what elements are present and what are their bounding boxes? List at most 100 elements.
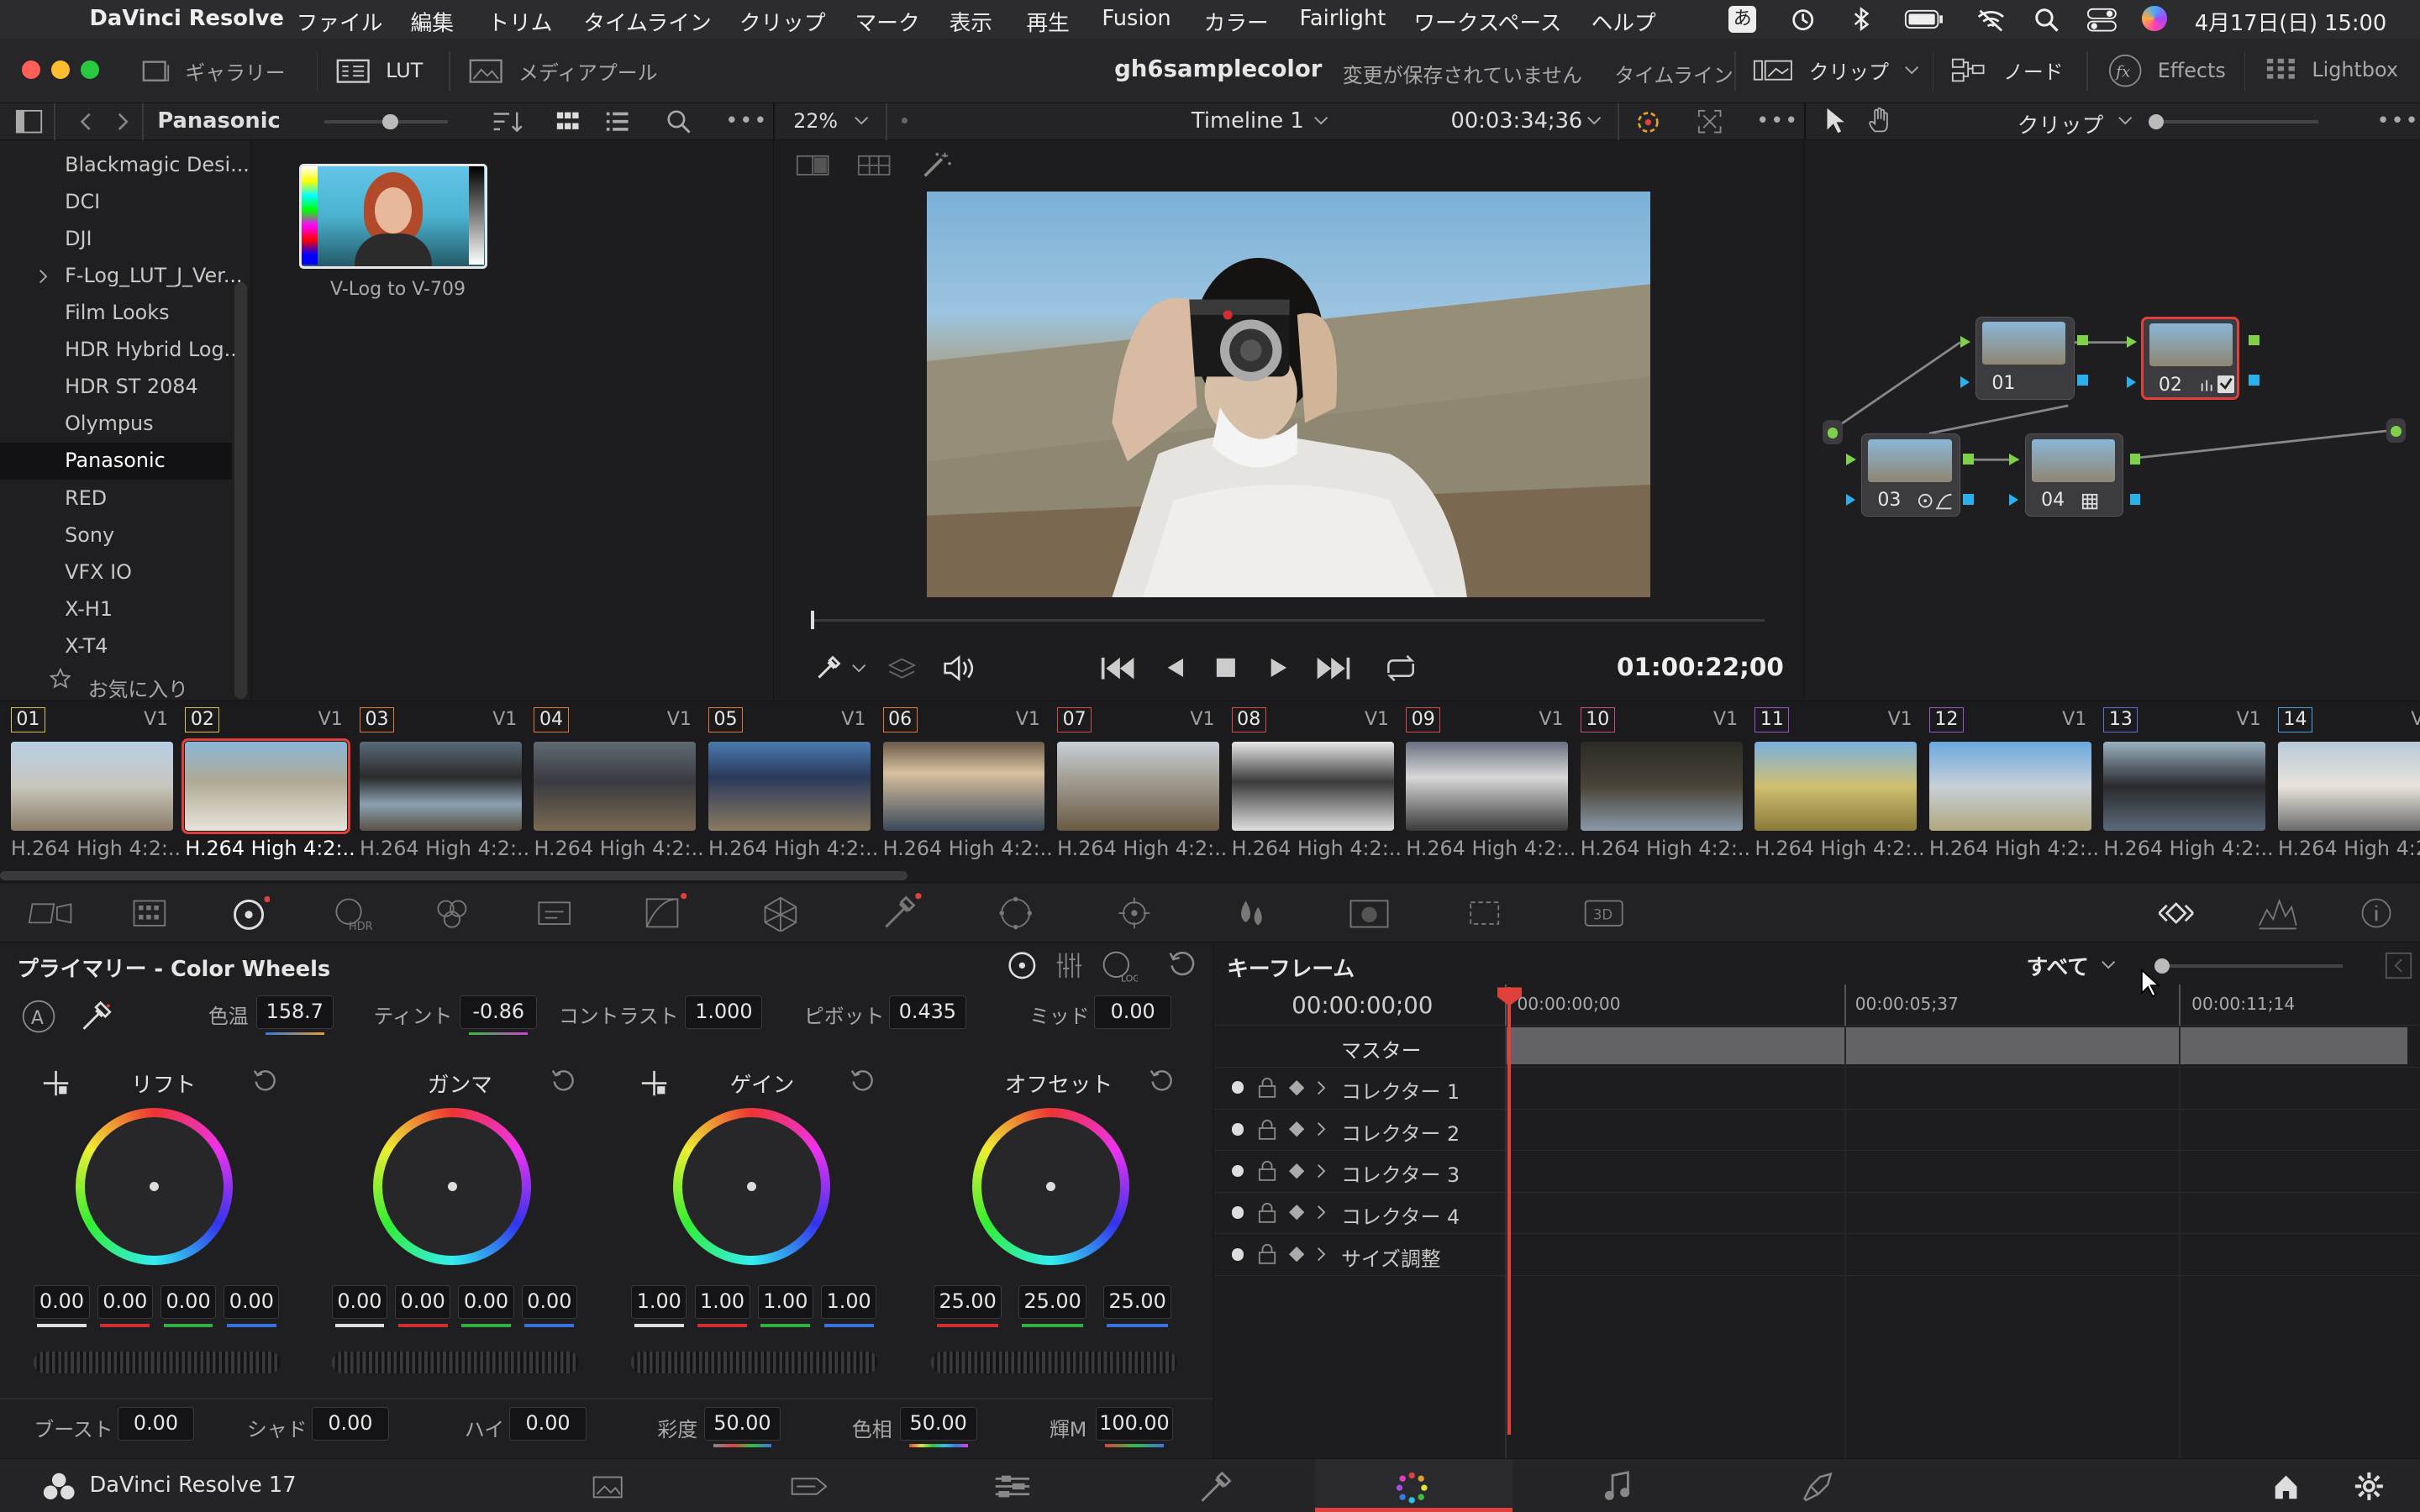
node-rgb-output[interactable] xyxy=(2249,334,2260,346)
lift-master-wheel[interactable] xyxy=(34,1351,281,1373)
menu-file[interactable]: ファイル xyxy=(297,6,383,37)
node-key-input[interactable] xyxy=(2126,376,2136,389)
keyframes-panel-icon[interactable] xyxy=(2154,895,2197,932)
offset-reset-icon[interactable] xyxy=(1150,1068,1174,1092)
node-key-input[interactable] xyxy=(1960,376,1970,389)
minimize-window-button[interactable] xyxy=(50,60,70,79)
lut-folder-item[interactable]: HDR ST 2084 xyxy=(65,375,198,398)
scrubber-bar[interactable] xyxy=(811,611,1765,630)
scrubber-playhead[interactable] xyxy=(811,611,814,630)
viewer-image[interactable] xyxy=(927,191,1651,597)
eyedropper-icon[interactable] xyxy=(814,654,842,682)
node-enable-checkbox[interactable] xyxy=(2217,375,2234,393)
pivot-field[interactable]: 0.435 xyxy=(888,995,966,1030)
gamma-value-field[interactable]: 0.00 xyxy=(395,1284,451,1320)
reset-all-icon[interactable] xyxy=(1167,950,1195,978)
color-wheels-icon[interactable] xyxy=(230,895,271,932)
clip-thumbnail[interactable]: 08 V1 H.264 High 4:2:... xyxy=(1221,701,1402,884)
lut-folder-item[interactable]: VFX IO xyxy=(65,560,132,584)
gamma-value-field[interactable]: 0.00 xyxy=(521,1284,577,1320)
fairlight-page-icon[interactable] xyxy=(1603,1471,1631,1502)
clip-thumbnail[interactable]: 13 V1 H.264 High 4:2:... xyxy=(2093,701,2273,884)
expand-chevron-icon[interactable] xyxy=(1315,1080,1328,1095)
gain-reset-icon[interactable] xyxy=(850,1068,875,1092)
qualifier-icon[interactable] xyxy=(880,893,923,930)
cut-page-icon[interactable] xyxy=(789,1473,829,1500)
skip-first-icon[interactable] xyxy=(1100,656,1137,680)
camera-raw-icon[interactable] xyxy=(28,898,74,929)
lift-value-field[interactable]: 0.00 xyxy=(34,1284,90,1320)
clip-thumbnail[interactable]: 04 V1 H.264 High 4:2:... xyxy=(523,701,704,884)
clip-thumbnail[interactable]: 07 V1 H.264 High 4:2:... xyxy=(1046,701,1227,884)
menu-timeline[interactable]: タイムライン xyxy=(583,6,711,37)
info-icon[interactable] xyxy=(2358,895,2395,932)
offset-value-field[interactable]: 25.00 xyxy=(934,1284,1002,1320)
clip-thumbnail[interactable]: 03 V1 H.264 High 4:2:... xyxy=(349,701,529,884)
magic-wand-icon[interactable] xyxy=(922,151,953,179)
lut-folder-item[interactable]: Olympus xyxy=(65,412,153,435)
lut-folder-item[interactable]: RED xyxy=(65,486,107,510)
hand-tool-icon[interactable] xyxy=(1867,107,1895,134)
node-key-output[interactable] xyxy=(2249,375,2260,386)
node-rgb-output[interactable] xyxy=(2129,453,2141,465)
gamma-reset-icon[interactable] xyxy=(551,1068,576,1092)
enable-dot[interactable] xyxy=(1231,1206,1244,1219)
offset-wheel[interactable] xyxy=(972,1107,1130,1266)
node-rgb-input[interactable] xyxy=(2009,453,2019,465)
edit-page-icon[interactable] xyxy=(992,1473,1033,1500)
gamma-wheel[interactable] xyxy=(373,1107,531,1266)
keyframe-row[interactable]: コレクター 4 xyxy=(1214,1193,2420,1235)
menu-fusion[interactable]: Fusion xyxy=(1102,6,1171,31)
forward-icon[interactable] xyxy=(116,111,131,133)
keyframe-diamond-icon[interactable] xyxy=(1288,1163,1304,1179)
gain-value-field[interactable]: 1.00 xyxy=(757,1284,813,1320)
gain-value-field[interactable]: 1.00 xyxy=(821,1284,877,1320)
chevron-down-icon[interactable] xyxy=(1586,114,1602,127)
pointer-tool-icon[interactable] xyxy=(1823,107,1847,134)
node-01[interactable]: 01 xyxy=(1975,316,2075,400)
gain-wheel[interactable] xyxy=(672,1107,831,1266)
lut-folder-item[interactable]: X-T4 xyxy=(65,634,108,658)
zoom-level[interactable]: 22% xyxy=(793,109,838,133)
keyframe-diamond-icon[interactable] xyxy=(1288,1205,1304,1221)
expand-chevron-icon[interactable] xyxy=(1315,1163,1328,1179)
lift-value-field[interactable]: 0.00 xyxy=(160,1284,217,1320)
lut-folder-item[interactable]: Blackmagic Desi... xyxy=(65,153,250,176)
highlights-field[interactable]: 0.00 xyxy=(509,1407,587,1441)
highlight-icon[interactable] xyxy=(1633,108,1664,136)
keyframe-playhead[interactable] xyxy=(1497,987,1522,1436)
enable-dot[interactable] xyxy=(1231,1164,1244,1178)
menu-color[interactable]: カラー xyxy=(1204,6,1269,37)
lock-icon[interactable] xyxy=(1258,1077,1276,1099)
search-icon[interactable] xyxy=(666,109,692,134)
color-warper-icon[interactable] xyxy=(760,895,801,932)
node-rgb-output[interactable] xyxy=(2077,334,2089,346)
node-04[interactable]: 04 xyxy=(2024,433,2124,517)
node-key-output[interactable] xyxy=(2129,493,2141,505)
lum-mix-field[interactable]: 100.00 xyxy=(1096,1407,1173,1441)
wifi-off-icon[interactable] xyxy=(1975,8,2007,32)
menu-playback[interactable]: 再生 xyxy=(1026,6,1069,37)
menu-clip[interactable]: クリップ xyxy=(739,6,826,37)
color-match-icon[interactable] xyxy=(129,896,170,930)
scrollbar[interactable] xyxy=(234,282,247,699)
hdr-wheels-icon[interactable]: HDR xyxy=(330,895,376,932)
color-bars-mode-icon[interactable] xyxy=(1054,950,1085,981)
chevron-down-icon[interactable] xyxy=(854,114,869,127)
favorites-item[interactable]: お気に入り xyxy=(88,673,188,702)
node-rgb-input[interactable] xyxy=(2126,336,2137,349)
offset-value-field[interactable]: 25.00 xyxy=(1018,1284,1087,1320)
menu-trim[interactable]: トリム xyxy=(487,6,552,37)
timeline-name[interactable]: Timeline 1 xyxy=(1192,108,1304,134)
chevron-down-icon[interactable] xyxy=(2118,114,2133,127)
home-icon[interactable] xyxy=(2272,1473,2300,1500)
lut-button[interactable]: LUT xyxy=(336,55,423,87)
enable-dot[interactable] xyxy=(1231,1123,1244,1136)
clip-thumbnail[interactable]: 05 V1 H.264 High 4:2:... xyxy=(697,701,878,884)
enable-dot[interactable] xyxy=(1231,1081,1244,1095)
gallery-button[interactable]: ギャラリー xyxy=(142,55,286,87)
control-center-icon[interactable] xyxy=(2086,8,2118,32)
menu-mark[interactable]: マーク xyxy=(855,6,920,37)
chevron-down-icon[interactable] xyxy=(2101,958,2116,971)
media-page-icon[interactable] xyxy=(591,1473,624,1500)
